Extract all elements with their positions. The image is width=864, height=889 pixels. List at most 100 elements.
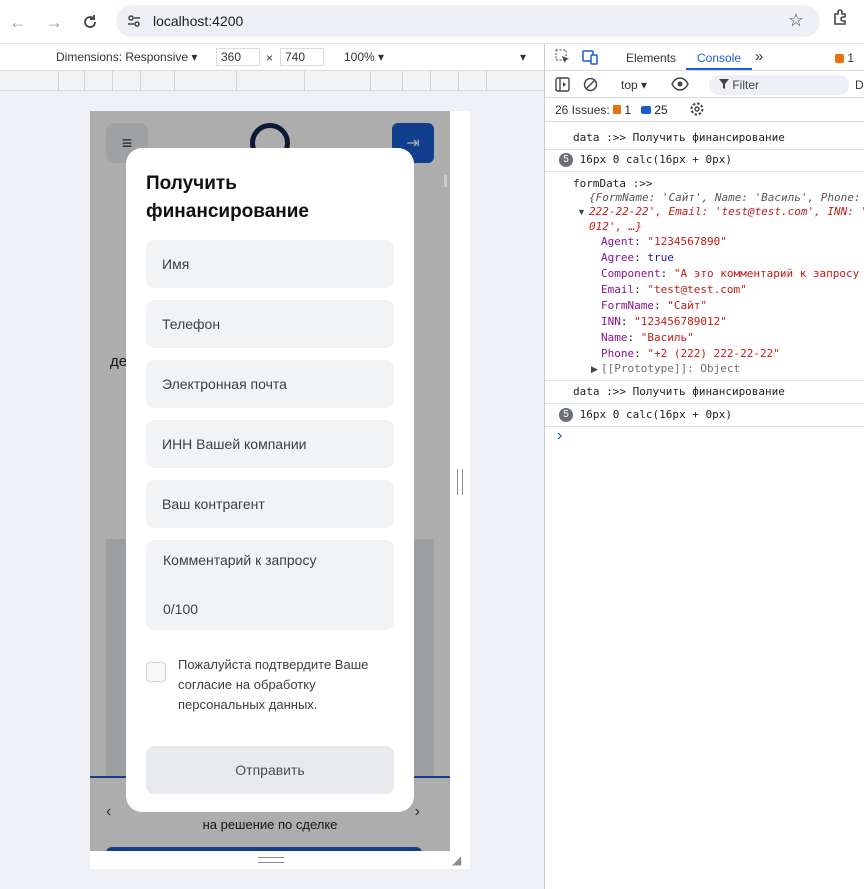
clear-console-icon[interactable] [583,77,598,95]
object-preview[interactable]: 012', …} [589,220,864,233]
counterparty-input[interactable]: Ваш контрагент [146,480,394,528]
financing-modal: Получить финансирование Имя Телефон Элек… [126,148,414,812]
repeat-count-badge: 5 [559,153,573,167]
console-message: data :>> Получить финансирование [573,131,785,144]
inn-input[interactable]: ИНН Вашей компании [146,420,394,468]
object-preview[interactable]: {FormName: 'Сайт', Name: 'Василь', Phone… [589,191,864,204]
expand-triangle-icon[interactable]: ▼ [577,207,586,217]
comment-counter: 0/100 [163,601,199,617]
property-row[interactable]: FormName: "Сайт" [601,298,859,314]
times-sign: × [266,51,274,65]
property-row[interactable]: Agent: "1234567890" [601,234,859,250]
back-icon[interactable]: ← [4,8,32,36]
console-prompt[interactable]: › [557,427,562,445]
device-toggle-icon[interactable] [582,49,598,68]
default-levels-dropdown[interactable]: D [855,78,864,92]
ruler-segment [112,71,113,91]
tab-console[interactable]: Console [697,51,741,65]
object-properties: Agent: "1234567890" Agree: true Componen… [601,234,859,362]
filter-icon [719,78,732,92]
console-message: 5 16px 0 calc(16px + 0px) [559,153,864,167]
console-filter-input[interactable]: Filter [709,75,849,95]
ruler-segment [486,71,487,91]
console-separator [545,171,864,172]
tab-elements[interactable]: Elements [626,51,676,65]
ruler-segment [304,71,305,91]
console-toolbar: top ▾ Filter D [545,72,864,98]
property-row[interactable]: INN: "123456789012" [601,314,859,330]
more-tabs-icon[interactable]: » [755,48,763,65]
ruler-segment [458,71,459,91]
resize-corner-icon[interactable]: ◢ [452,853,461,867]
console-text: 16px 0 calc(16px + 0px) [579,408,732,421]
resize-handle-right[interactable] [457,469,463,495]
issues-label[interactable]: 26 Issues: [555,103,610,117]
active-tab-indicator [686,68,752,70]
console-separator [545,403,864,404]
prototype-row[interactable]: [[Prototype]]: Object [601,362,864,375]
address-bar[interactable]: localhost:4200 ☆ [116,5,820,37]
console-separator [545,426,864,427]
settings-gear-icon[interactable] [689,101,705,120]
resize-handle-bottom[interactable] [258,857,284,863]
console-text: 16px 0 calc(16px + 0px) [579,153,732,166]
comment-placeholder: Комментарий к запросу [163,552,317,568]
submit-button[interactable]: Отправить [146,746,394,794]
errors-indicator[interactable]: 1 [835,51,854,65]
consent-checkbox[interactable] [146,662,166,682]
console-message: formData :>> [573,177,653,190]
consent-label: Пожалуйста подтвердите Ваше согласие на … [178,657,369,712]
console-separator [545,149,864,150]
property-row[interactable]: Name: "Василь" [601,330,859,346]
ruler-segment [140,71,141,91]
issues-bar: 26 Issues: 1 25 [545,98,864,122]
url-text[interactable]: localhost:4200 [153,13,243,29]
comment-textarea[interactable]: Комментарий к запросу 0/100 [146,540,394,630]
extensions-icon[interactable] [832,8,850,31]
issues-warning-count[interactable]: 1 [613,103,631,117]
console-message: 5 16px 0 calc(16px + 0px) [559,408,864,422]
media-query-ruler [0,71,544,91]
ruler-segment [236,71,237,91]
dimensions-dropdown[interactable]: Dimensions: Responsive ▾ [56,50,197,64]
modal-title: Получить финансирование [146,173,310,222]
property-row[interactable]: Agree: true [601,250,859,266]
property-row[interactable]: Component: "А это комментарий к запросу [601,266,859,282]
ruler-segment [402,71,403,91]
height-input[interactable]: 740 [280,48,324,66]
ruler-segment [430,71,431,91]
ruler-segment [84,71,85,91]
ruler-segment [174,71,175,91]
devtools-tabs: Elements Console » 1 [545,44,864,71]
console-message: data :>> Получить финансирование [573,385,785,398]
filter-placeholder: Filter [732,78,760,92]
name-input[interactable]: Имя [146,240,394,288]
property-row[interactable]: Email: "test@test.com" [601,282,859,298]
inspect-element-icon[interactable] [555,49,571,68]
repeat-count-badge: 5 [559,408,573,422]
site-info-icon[interactable] [124,11,144,31]
context-selector[interactable]: top ▾ [621,78,647,92]
property-row[interactable]: Phone: "+2 (222) 222-22-22" [601,346,859,362]
live-expression-icon[interactable] [671,76,689,95]
forward-icon[interactable]: → [40,8,68,36]
device-viewport-area: ≡ ⇥ де ! ‹ › на решение по сделке Получи… [0,91,544,889]
expand-triangle-icon[interactable]: ▶ [591,364,598,375]
object-preview[interactable]: 222-22-22', Email: 'test@test.com', INN:… [589,205,864,218]
more-options-icon[interactable]: ▾ [520,50,526,64]
zoom-dropdown[interactable]: 100% ▾ [344,50,384,64]
reload-icon[interactable] [76,8,104,36]
email-input[interactable]: Электронная почта [146,360,394,408]
issues-info-count[interactable]: 25 [641,103,668,117]
width-input[interactable]: 360 [216,48,260,66]
device-toolbar: Dimensions: Responsive ▾ 360 × 740 100% … [0,44,544,71]
ruler-segment [370,71,371,91]
console-separator [545,380,864,381]
sidebar-toggle-icon[interactable] [555,77,570,95]
emulated-page: ≡ ⇥ де ! ‹ › на решение по сделке Получи… [90,111,450,851]
bookmark-star-icon[interactable]: ☆ [788,10,804,31]
phone-input[interactable]: Телефон [146,300,394,348]
devtools-panel: Elements Console » 1 top ▾ Filter D 26 I… [544,44,864,889]
ruler-segment [58,71,59,91]
scrollbar-thumb[interactable] [444,175,447,187]
